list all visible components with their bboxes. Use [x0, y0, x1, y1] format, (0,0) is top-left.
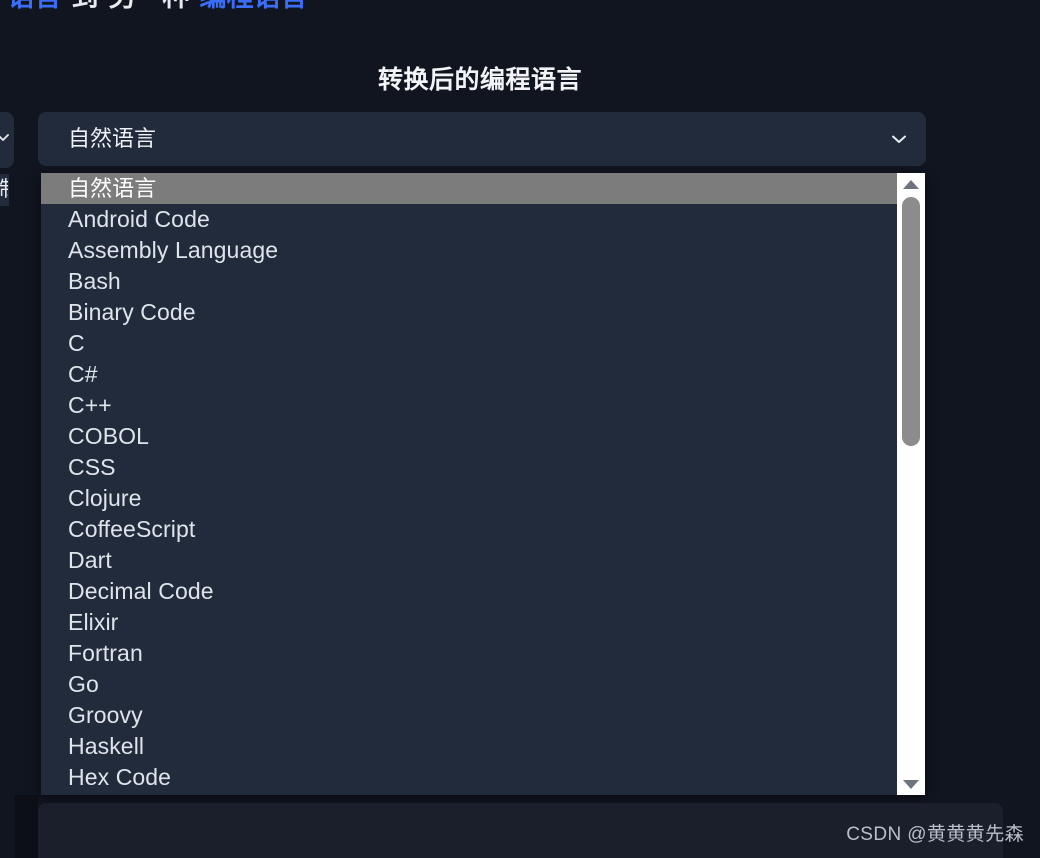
language-listbox[interactable]: 自然语言 Android Code Assembly Language Bash Bin…	[41, 173, 925, 795]
language-option[interactable]: Elixir	[41, 607, 897, 638]
language-option[interactable]: Go	[41, 669, 897, 700]
target-language-selected-value: 自然语言	[68, 126, 157, 151]
listbox-scrollbar[interactable]	[897, 173, 925, 795]
language-option[interactable]: C#	[41, 359, 897, 390]
top-heading-segment-3: 另一种	[109, 0, 190, 12]
chevron-down-icon[interactable]	[890, 131, 908, 147]
watermark: CSDN @黄黄黄先森	[846, 824, 1024, 845]
scrollbar-down-button[interactable]	[897, 773, 925, 795]
language-option[interactable]: CSS	[41, 452, 897, 483]
source-language-listbox-clipped[interactable]: 制	[0, 174, 9, 206]
language-option-list[interactable]: 自然语言 Android Code Assembly Language Bash Bin…	[41, 173, 897, 795]
clipped-text-fragment: 制	[0, 176, 8, 204]
language-option[interactable]: Haskell	[41, 731, 897, 762]
top-heading-segment-4: 编程语言	[200, 0, 308, 12]
language-option[interactable]: Bash	[41, 266, 897, 297]
triangle-up-icon	[903, 179, 919, 189]
language-option[interactable]: Fortran	[41, 638, 897, 669]
language-option[interactable]: 自然语言	[41, 173, 897, 204]
language-option[interactable]: Dart	[41, 545, 897, 576]
target-language-select[interactable]: 自然语言	[38, 112, 926, 166]
language-option[interactable]: Binary Code	[41, 297, 897, 328]
language-option[interactable]: Android Code	[41, 204, 897, 235]
language-option[interactable]: COBOL	[41, 421, 897, 452]
scrollbar-thumb[interactable]	[902, 197, 920, 446]
language-option[interactable]: Hex Code	[41, 762, 897, 793]
scrollbar-up-button[interactable]	[897, 173, 925, 195]
page-title: 转换后的编程语言	[377, 66, 582, 94]
top-heading-strip: 语言到另一种编程语言	[0, 0, 1040, 12]
language-option[interactable]: C++	[41, 390, 897, 421]
language-option[interactable]: Clojure	[41, 483, 897, 514]
top-heading-segment-2: 到	[72, 0, 99, 12]
language-option[interactable]: Assembly Language	[41, 235, 897, 266]
language-option[interactable]: Groovy	[41, 700, 897, 731]
left-rail	[14, 795, 38, 858]
chevron-down-icon	[0, 130, 10, 144]
language-option[interactable]: CoffeeScript	[41, 514, 897, 545]
language-option[interactable]: C	[41, 328, 897, 359]
source-language-select-clipped[interactable]	[0, 112, 14, 168]
triangle-down-icon	[903, 779, 919, 789]
scrollbar-track[interactable]	[897, 195, 925, 773]
top-heading-segment-1: 语言	[8, 0, 62, 12]
language-option[interactable]: Decimal Code	[41, 576, 897, 607]
